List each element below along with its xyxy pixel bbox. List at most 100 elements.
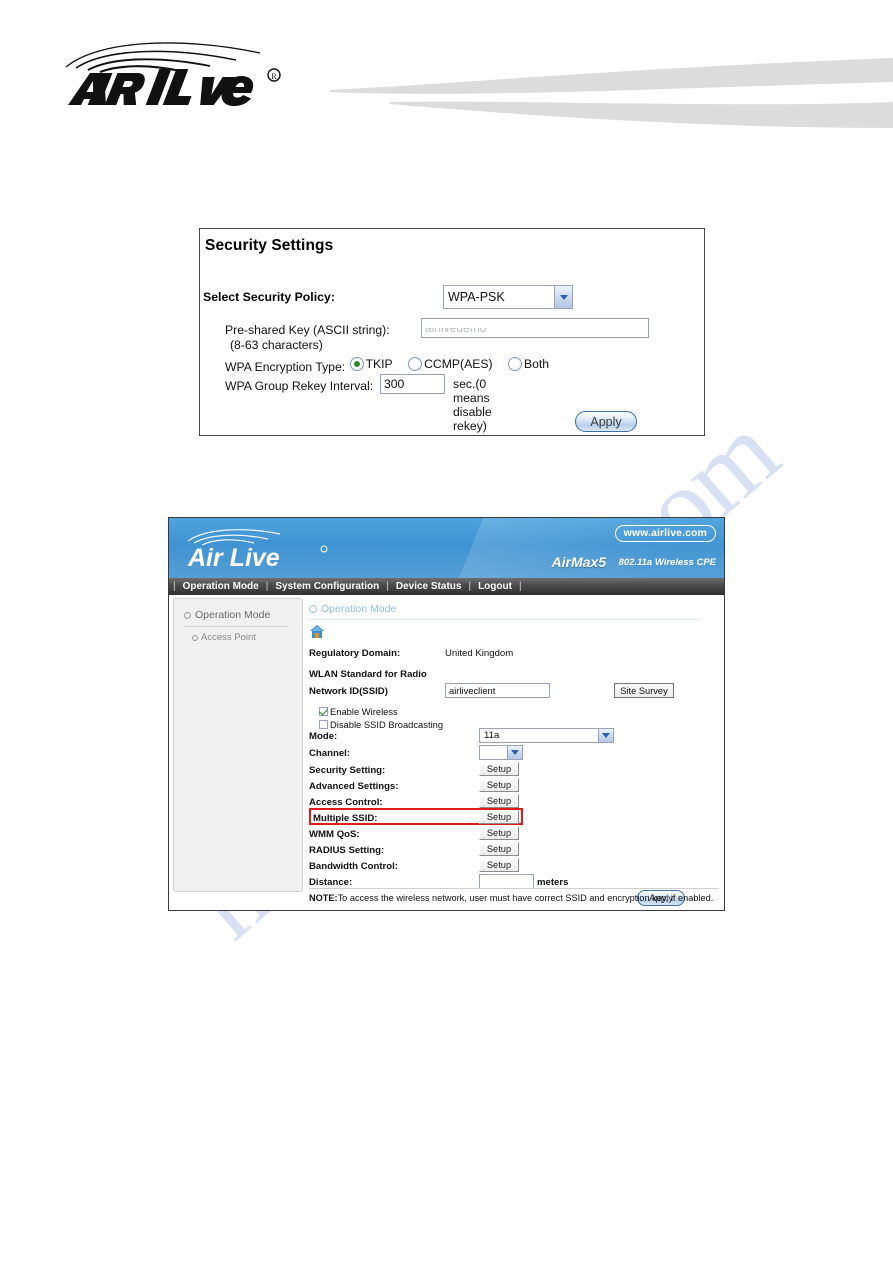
access-control-setup-button[interactable]: Setup <box>479 794 519 808</box>
airlive-wordmark <box>68 69 254 106</box>
preshared-key-label: Pre-shared Key (ASCII string): <box>225 323 390 337</box>
multiple-ssid-setup-button[interactable]: Setup <box>479 810 519 824</box>
router-sidebar: Operation Mode Access Point <box>173 598 303 892</box>
rekey-interval-row: WPA Group Rekey Interval: 300 sec.(0 mea… <box>225 374 492 433</box>
preshared-key-value: airlivedemo <box>425 321 487 335</box>
site-survey-button[interactable]: Site Survey <box>614 683 674 698</box>
airlive-url-badge[interactable]: www.airlive.com <box>614 525 716 542</box>
airlive-logo-svg: R <box>65 42 281 106</box>
radio-ccmp-aes-label: CCMP(AES) <box>424 357 493 371</box>
radius-setting-setup-button[interactable]: Setup <box>479 842 519 856</box>
airlive-logo: R <box>60 33 290 113</box>
radio-ccmp-aes[interactable]: CCMP(AES) <box>408 357 503 371</box>
router-content-area: Operation Mode Regulatory Domain: United… <box>307 598 719 906</box>
registered-trademark-icon: R <box>267 68 281 82</box>
note-text: To access the wireless network, user mus… <box>337 893 714 903</box>
channel-label: Channel: <box>309 748 351 759</box>
wifi-arcs-icon <box>187 529 281 546</box>
nav-item-logout[interactable]: Logout <box>475 581 515 592</box>
nav-separator: | <box>386 581 389 592</box>
regulatory-domain-value: United Kingdom <box>445 648 514 659</box>
chevron-down-icon[interactable] <box>507 746 522 759</box>
bullet-icon <box>309 605 317 613</box>
breadcrumb-label: Operation Mode <box>321 603 397 615</box>
header-swoosh-decoration <box>330 58 893 128</box>
wifi-arcs-icon <box>65 42 261 73</box>
nav-item-system-configuration[interactable]: System Configuration <box>272 581 382 592</box>
router-banner: Air Live www.airlive.com AirMax5 802.11a… <box>169 518 724 578</box>
rekey-interval-input[interactable]: 300 <box>380 374 445 394</box>
security-settings-panel: Security Settings Select Security Policy… <box>199 228 705 436</box>
bullet-icon <box>192 634 198 641</box>
nav-separator: | <box>173 581 176 592</box>
security-policy-value: WPA-PSK <box>448 290 505 304</box>
router-nav-bar: | Operation Mode | System Configuration … <box>169 578 724 595</box>
distance-unit-label: meters <box>537 877 569 888</box>
bandwidth-control-label: Bandwidth Control: <box>309 861 398 872</box>
distance-label: Distance: <box>309 877 353 888</box>
chevron-down-icon[interactable] <box>598 729 613 742</box>
preshared-key-row: Pre-shared Key (ASCII string): airlivede… <box>225 318 695 352</box>
radio-tkip[interactable]: TKIP <box>349 357 404 371</box>
security-setting-setup-button[interactable]: Setup <box>479 762 519 776</box>
router-note: NOTE:To access the wireless network, use… <box>309 893 713 903</box>
sidebar-item-access-point[interactable]: Access Point <box>192 632 256 643</box>
disable-ssid-broadcast-label: Disable SSID Broadcasting <box>330 719 444 730</box>
bandwidth-control-setup-button[interactable]: Setup <box>479 858 519 872</box>
breadcrumb: Operation Mode <box>309 603 396 615</box>
mode-select[interactable]: 11a <box>479 728 614 743</box>
breadcrumb-divider <box>309 619 699 620</box>
rekey-interval-suffix: sec.(0 means disable rekey) <box>453 377 492 433</box>
nav-separator: | <box>265 581 269 592</box>
ssid-input[interactable]: airliveclient <box>445 683 550 698</box>
preshared-key-input[interactable]: airlivedemo <box>421 318 649 338</box>
sidebar-item-operation-mode[interactable]: Operation Mode <box>184 609 288 627</box>
wpa-encryption-label: WPA Encryption Type: <box>225 360 346 374</box>
radio-ccmp-aes-icon[interactable] <box>408 357 423 371</box>
advanced-settings-setup-button[interactable]: Setup <box>479 778 519 792</box>
wlan-standard-label: WLAN Standard for Radio <box>309 669 427 680</box>
radio-both-label: Both <box>523 357 550 371</box>
access-control-label: Access Control: <box>309 797 383 808</box>
router-model-subtitle: 802.11a Wireless CPE <box>618 557 716 568</box>
security-policy-row: Select Security Policy: WPA-PSK <box>203 285 703 311</box>
router-web-ui-screenshot: Air Live www.airlive.com AirMax5 802.11a… <box>168 517 725 911</box>
multiple-ssid-label: Multiple SSID: <box>313 813 378 824</box>
security-policy-select[interactable]: WPA-PSK <box>443 285 573 309</box>
nav-item-operation-mode[interactable]: Operation Mode <box>180 581 262 592</box>
mode-label: Mode: <box>309 731 338 742</box>
note-divider <box>309 888 719 889</box>
security-apply-button[interactable]: Apply <box>575 411 637 432</box>
distance-input[interactable] <box>479 874 534 889</box>
rekey-interval-label: WPA Group Rekey Interval: <box>225 379 374 393</box>
router-airlive-logo: Air Live <box>187 529 328 572</box>
preshared-key-hint: (8-63 characters) <box>230 338 323 352</box>
wmm-qos-label: WMM QoS: <box>309 829 360 840</box>
radio-tkip-label: TKIP <box>365 357 393 371</box>
wmm-qos-setup-button[interactable]: Setup <box>479 826 519 840</box>
router-logo-text: Air Live <box>187 544 280 572</box>
nav-item-device-status[interactable]: Device Status <box>393 581 465 592</box>
disable-ssid-broadcast-checkbox[interactable]: Disable SSID Broadcasting <box>319 715 443 733</box>
router-body: Operation Mode Access Point Operation Mo… <box>169 595 724 910</box>
home-icon[interactable] <box>309 624 325 639</box>
page-header: R <box>0 0 893 175</box>
mode-value: 11a <box>484 730 500 741</box>
channel-select[interactable] <box>479 745 523 760</box>
nav-separator: | <box>468 581 472 592</box>
security-settings-title: Security Settings <box>205 237 334 254</box>
note-prefix: NOTE: <box>309 893 338 903</box>
svg-text:R: R <box>271 72 277 81</box>
chevron-down-icon[interactable] <box>554 286 572 308</box>
ssid-label: Network ID(SSID) <box>309 686 388 697</box>
radio-both-icon[interactable] <box>507 357 522 371</box>
radio-both[interactable]: Both <box>507 357 560 371</box>
router-model-name: AirMax5 <box>551 554 606 570</box>
radius-setting-label: RADIUS Setting: <box>309 845 385 856</box>
security-setting-label: Security Setting: <box>309 765 386 776</box>
radio-tkip-icon[interactable] <box>349 357 364 371</box>
regulatory-domain-label: Regulatory Domain: <box>309 648 401 659</box>
sidebar-item-label: Access Point <box>201 632 256 643</box>
nav-separator: | <box>518 581 522 592</box>
checkbox-icon[interactable] <box>319 720 328 729</box>
